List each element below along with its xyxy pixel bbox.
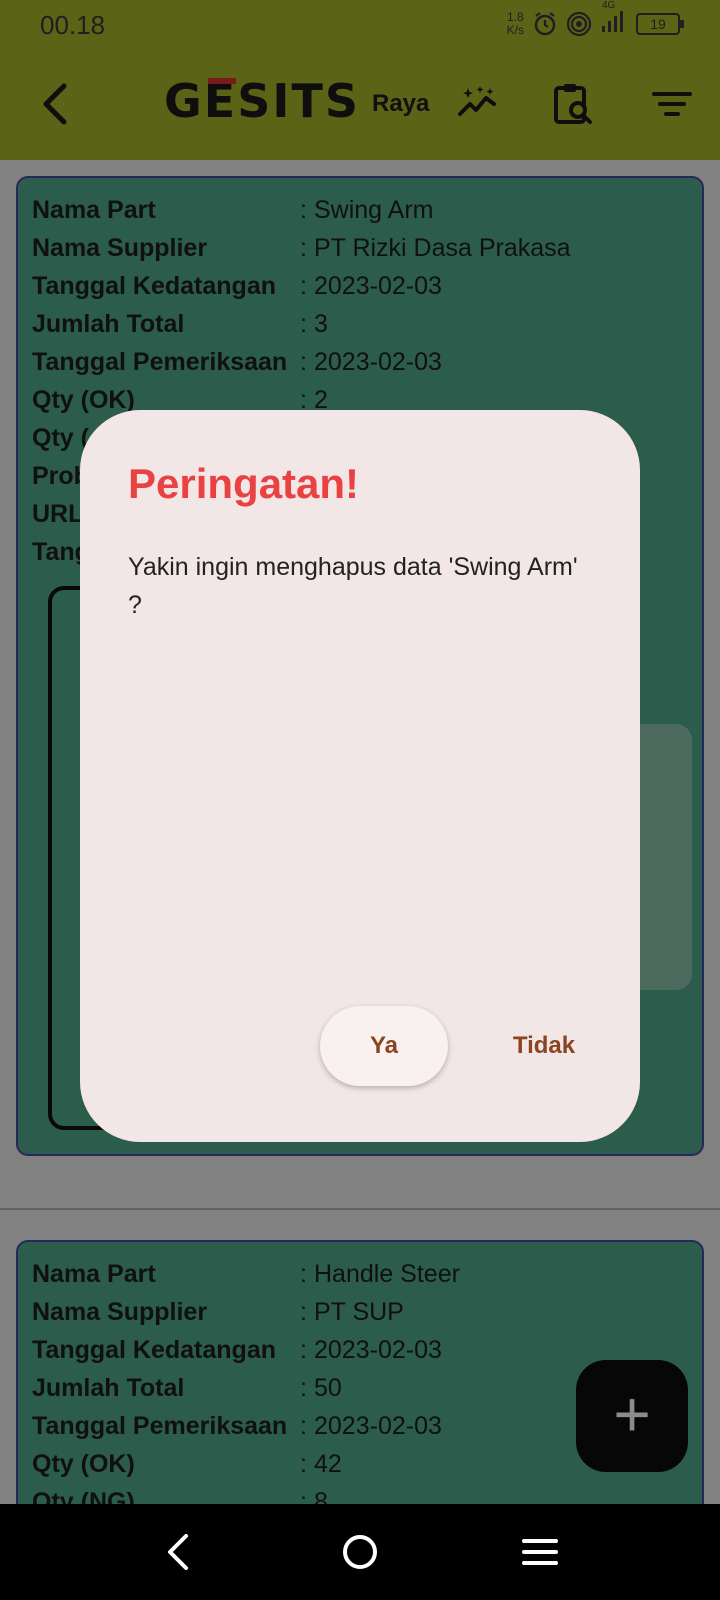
home-icon[interactable] (336, 1528, 384, 1576)
system-nav-bar (0, 1504, 720, 1600)
delete-confirm-dialog: Peringatan! Yakin ingin menghapus data '… (80, 410, 640, 1142)
dialog-message: Yakin ingin menghapus data 'Swing Arm' ? (128, 553, 578, 619)
back-icon[interactable] (156, 1528, 204, 1576)
recents-icon[interactable] (516, 1528, 564, 1576)
confirm-yes-button[interactable]: Ya (320, 1006, 448, 1086)
cancel-no-button[interactable]: Tidak (480, 1006, 608, 1086)
dialog-title: Peringatan! (128, 460, 360, 507)
